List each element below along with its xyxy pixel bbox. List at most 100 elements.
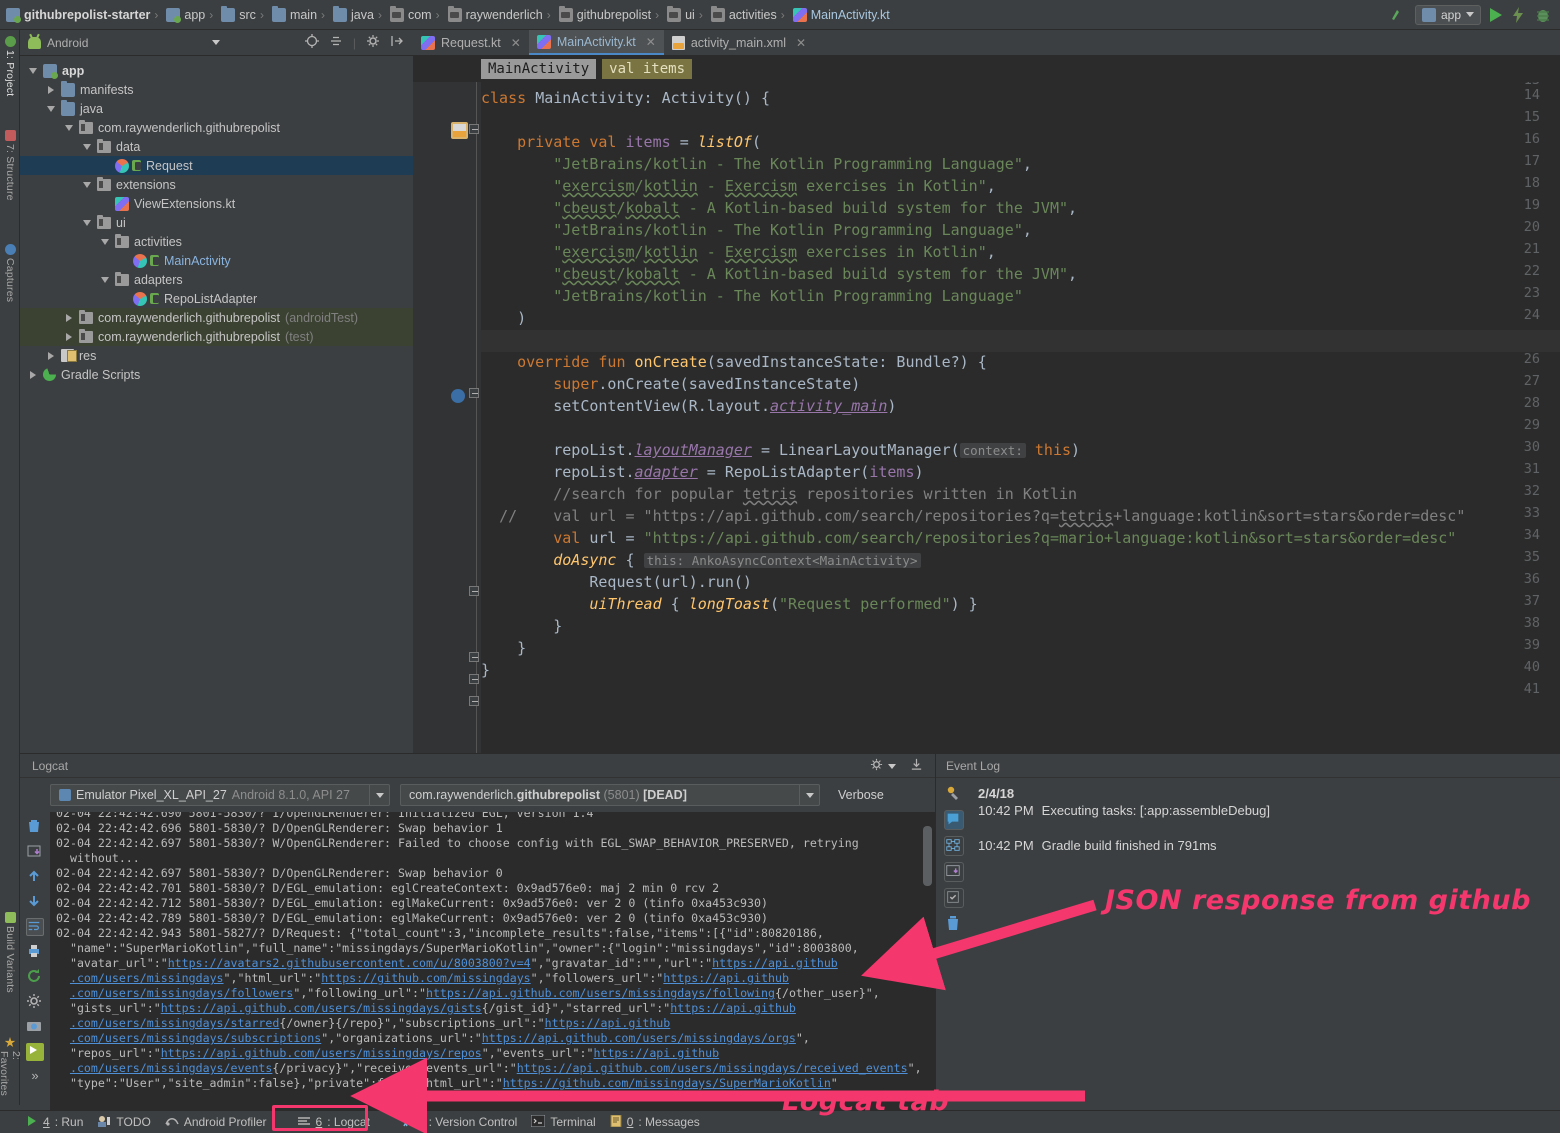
logcat-link[interactable]: https://avatars2.githubusercontent.com/u… [168,956,531,970]
tree-item-request[interactable]: Request [20,156,413,175]
chevron-down-icon[interactable] [29,67,37,74]
tree-item-viewextensions-kt[interactable]: ViewExtensions.kt [20,194,413,213]
status-bar-item-todo[interactable]: TODO [97,1115,151,1130]
log-level-selector[interactable]: Verbose [830,784,920,806]
logcat-link[interactable]: https://github.com/missingdays [321,971,530,985]
fold-oncreate-icon[interactable] [469,388,479,398]
fold-end3-icon[interactable] [469,696,479,706]
save-to-file-icon[interactable] [26,843,44,861]
tree-twisty[interactable] [98,276,112,283]
breadcrumb-item-githubrepolist-starter[interactable]: githubrepolist-starter [0,0,152,30]
code-line[interactable]: // val url = "https://api.github.com/sea… [481,505,1465,527]
chevron-down-icon[interactable] [47,105,55,112]
code-line[interactable]: ) [481,307,526,329]
code-line[interactable]: uiThread { longToast("Request performed"… [481,593,977,615]
tree-item-app[interactable]: app [20,61,413,80]
print-icon[interactable] [26,943,44,961]
wrap-lines-icon[interactable] [26,918,44,936]
override-marker-icon[interactable] [451,389,465,403]
code-area[interactable]: 1415161718192021222324252627282930313233… [413,82,1560,753]
code-line[interactable]: "cbeust/kobalt - A Kotlin-based build sy… [481,263,1077,285]
breadcrumb-chip-class[interactable]: MainActivity [481,59,597,79]
chevron-down-icon[interactable] [101,276,109,283]
event-log-entry[interactable]: 10:42 PM Executing tasks: [:app:assembleD… [978,803,1560,818]
logcat-link[interactable]: https://api.github.com/users/missingdays… [161,1001,482,1015]
logcat-link[interactable]: .com/users/missingdays [70,971,224,985]
tree-twisty[interactable] [44,85,58,94]
logcat-console[interactable]: 02-04 22:42:42.690 5801-5830/? I/OpenGLR… [50,812,935,1110]
tree-item-activities[interactable]: activities [20,232,413,251]
chevron-right-icon[interactable] [48,85,54,94]
code-line[interactable]: "JetBrains/kotlin - The Kotlin Programmi… [481,153,1032,175]
tree-item-manifests[interactable]: manifests [20,80,413,99]
chevron-right-icon[interactable] [66,313,72,322]
code-line[interactable]: doAsync { this: AnkoAsyncContext<MainAct… [481,549,921,572]
tree-item-mainactivity[interactable]: MainActivity [20,251,413,270]
apply-changes-icon[interactable] [1511,6,1525,24]
chevron-down-icon[interactable] [65,124,73,131]
tree-twisty[interactable] [98,238,112,245]
code-line[interactable]: repoList.layoutManager = LinearLayoutMan… [481,439,1080,462]
tree-item-gradle-scripts[interactable]: Gradle Scripts [20,365,413,384]
more-icon[interactable]: » [26,1068,44,1086]
logcat-link[interactable]: https://api.github [663,971,789,985]
tree-twisty[interactable] [62,332,76,341]
target-icon[interactable] [304,34,319,51]
breadcrumb-chip-member[interactable]: val items [602,59,693,79]
tree-item-java[interactable]: java [20,99,413,118]
code-line[interactable]: repoList.adapter = RepoListAdapter(items… [481,461,923,483]
tree-twisty[interactable] [80,143,94,150]
code-line[interactable]: super.onCreate(savedInstanceState) [481,373,860,395]
tree-item-repolistadapter[interactable]: RepoListAdapter [20,289,413,308]
editor-tab-mainactivity-kt[interactable]: MainActivity.kt ✕ [528,30,664,55]
logcat-link[interactable]: https://api.github [545,1016,671,1030]
source-code[interactable]: class MainActivity: Activity() { private… [481,82,1560,753]
code-line[interactable]: } [481,659,490,681]
message-icon[interactable] [944,810,964,830]
code-line[interactable]: class MainActivity: Activity() { [481,87,770,109]
breadcrumb-item-githubrepolist[interactable]: githubrepolist [553,0,653,30]
collapse-all-icon[interactable] [329,34,343,51]
close-icon[interactable]: ✕ [646,35,656,49]
event-log-entry[interactable]: 10:42 PM Gradle build finished in 791ms [978,838,1560,853]
breadcrumb-item-raywenderlich[interactable]: raywenderlich [442,0,545,30]
logcat-link[interactable]: https://api.github.com/users/missingdays… [426,986,775,1000]
chevron-down-icon[interactable] [101,238,109,245]
trash-icon[interactable] [26,818,44,836]
logcat-link[interactable]: https://api.github.com/users/missingdays… [161,1046,482,1060]
logcat-link[interactable]: .com/users/missingdays/starred [70,1016,279,1030]
chevron-right-icon[interactable] [30,370,36,379]
tree-item-data[interactable]: data [20,137,413,156]
fold-doasync-icon[interactable] [469,586,479,596]
tree-twisty[interactable] [44,105,58,112]
tree-item-com-raywenderlich-githubrepolist[interactable]: com.raywenderlich.githubrepolist [20,118,413,137]
chevron-down-icon[interactable] [83,219,91,226]
down-arrow-icon[interactable] [26,893,44,911]
tree-twisty[interactable] [62,313,76,322]
code-line[interactable]: val url = "https://api.github.com/search… [481,527,1456,549]
logcat-link[interactable]: .com/users/missingdays/events [70,1061,272,1075]
breadcrumb-item-activities[interactable]: activities [705,0,779,30]
logcat-link[interactable]: https://api.github.com/users/missingdays… [482,1031,796,1045]
build-icon[interactable] [944,784,964,804]
chevron-right-icon[interactable] [66,332,72,341]
trash-icon[interactable] [944,914,964,934]
mapping-icon[interactable] [944,836,964,856]
code-line[interactable]: setContentView(R.layout.activity_main) [481,395,896,417]
process-selector[interactable]: com.raywenderlich.githubrepolist (5801) … [400,784,820,806]
breadcrumb-item-java[interactable]: java [327,0,376,30]
status-bar-item-android-profiler[interactable]: Android Profiler [165,1115,267,1130]
code-line[interactable]: //search for popular tetris repositories… [481,483,1077,505]
run-icon[interactable] [1490,7,1502,22]
breadcrumb-item-mainactivity-kt[interactable]: MainActivity.kt [787,0,892,30]
project-tree[interactable]: app manifests java com.raywenderlich.github… [20,56,413,753]
screen-record-icon[interactable] [26,1043,44,1061]
code-line[interactable]: override fun onCreate(savedInstanceState… [481,351,987,373]
code-line[interactable]: "exercism/kotlin - Exercism exercises in… [481,175,996,197]
breadcrumb-item-main[interactable]: main [266,0,319,30]
tree-item-com-raywenderlich-githubrepolist[interactable]: com.raywenderlich.githubrepolist (test) [20,327,413,346]
settings-gear-icon[interactable] [870,758,896,774]
code-line[interactable]: "JetBrains/kotlin - The Kotlin Programmi… [481,219,1032,241]
sidebar-item-favorites[interactable]: 2: Favorites [0,1035,22,1105]
tree-item-adapters[interactable]: adapters [20,270,413,289]
